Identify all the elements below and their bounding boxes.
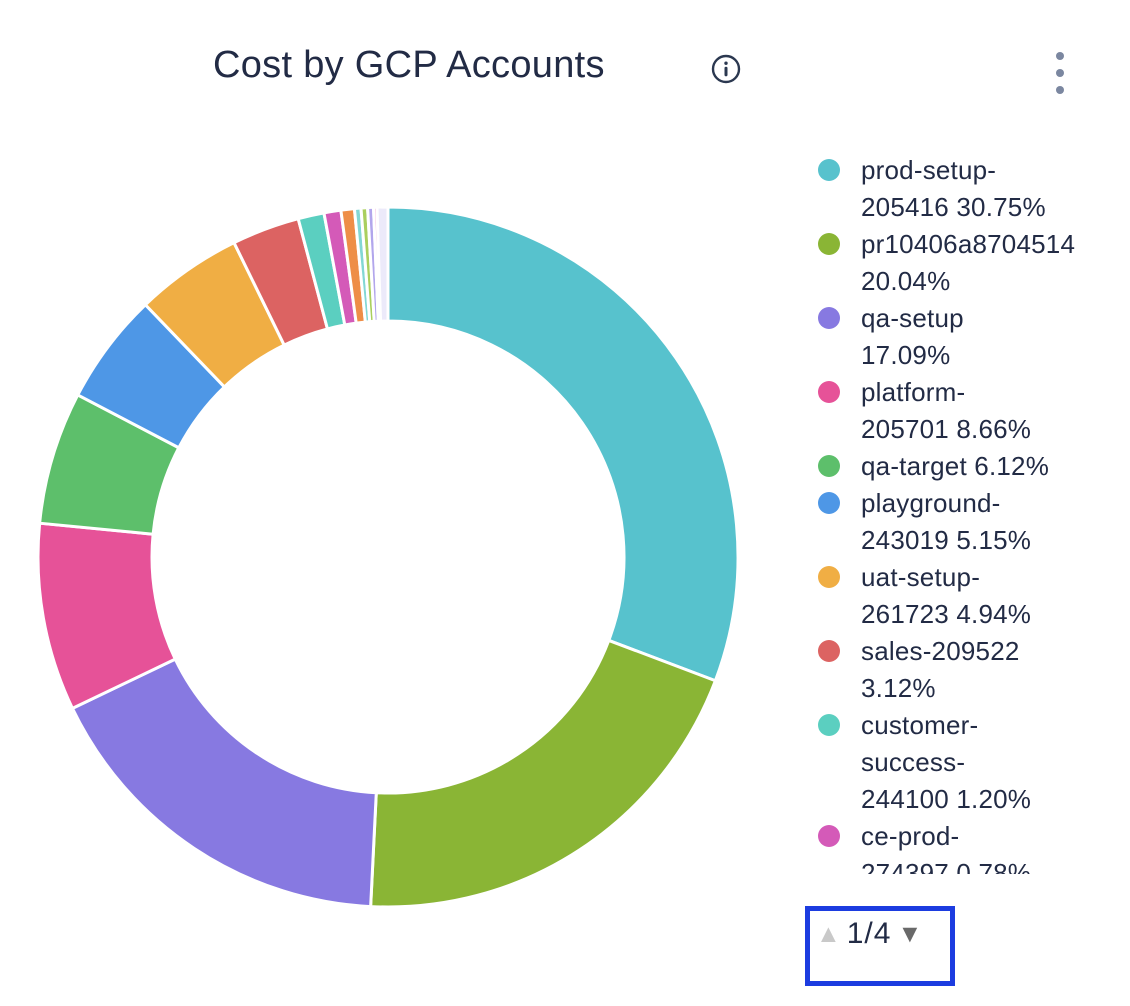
legend-item[interactable]: platform- 205701 8.66%: [818, 374, 1120, 448]
legend-dot-icon: [818, 714, 840, 736]
kebab-menu-button[interactable]: [1047, 50, 1073, 96]
donut-chart: [18, 187, 758, 931]
legend-item[interactable]: pr10406a8704514 20.04%: [818, 226, 1120, 300]
page-title: Cost by GCP Accounts: [213, 42, 605, 88]
legend-pager: ▲ 1/4 ▼: [814, 915, 922, 953]
legend-label: customer- success- 244100 1.20%: [861, 707, 1031, 818]
legend-label: pr10406a8704514 20.04%: [861, 226, 1075, 300]
kebab-dot-icon: [1056, 52, 1064, 60]
legend-dot-icon: [818, 455, 840, 477]
pager-label: 1/4: [847, 917, 892, 951]
legend-label: qa-setup 17.09%: [861, 300, 964, 374]
legend-label: uat-setup- 261723 4.94%: [861, 559, 1031, 633]
legend-label: qa-target 6.12%: [861, 448, 1049, 485]
cost-by-gcp-accounts-widget: Cost by GCP Accounts prod-setup- 205416 …: [0, 0, 1130, 1006]
legend-item[interactable]: ce-prod- 274397 0.78%: [818, 818, 1120, 874]
legend-item[interactable]: qa-setup 17.09%: [818, 300, 1120, 374]
legend-label: platform- 205701 8.66%: [861, 374, 1031, 448]
legend-dot-icon: [818, 159, 840, 181]
pager-down-icon[interactable]: ▼: [897, 920, 922, 949]
pie-slice-other-6[interactable]: [377, 207, 388, 321]
legend-item[interactable]: uat-setup- 261723 4.94%: [818, 559, 1120, 633]
info-icon[interactable]: [711, 54, 741, 84]
legend-item[interactable]: customer- success- 244100 1.20%: [818, 707, 1120, 818]
legend-item[interactable]: playground- 243019 5.15%: [818, 485, 1120, 559]
legend-label: sales-209522 3.12%: [861, 633, 1020, 707]
legend-label: playground- 243019 5.15%: [861, 485, 1031, 559]
legend-item[interactable]: qa-target 6.12%: [818, 448, 1120, 485]
legend-dot-icon: [818, 492, 840, 514]
legend-dot-icon: [818, 566, 840, 588]
legend-item[interactable]: sales-209522 3.12%: [818, 633, 1120, 707]
kebab-dot-icon: [1056, 86, 1064, 94]
pie-slice-qa-setup[interactable]: [72, 659, 376, 906]
legend-item[interactable]: prod-setup- 205416 30.75%: [818, 152, 1120, 226]
kebab-dot-icon: [1056, 69, 1064, 77]
legend-dot-icon: [818, 381, 840, 403]
legend-dot-icon: [818, 233, 840, 255]
legend-dot-icon: [818, 640, 840, 662]
pie-slice-prod-setup-205416[interactable]: [388, 207, 738, 681]
legend-dot-icon: [818, 825, 840, 847]
legend-dot-icon: [818, 307, 840, 329]
legend-pager-highlight-box: ▲ 1/4 ▼: [805, 906, 955, 986]
legend: prod-setup- 205416 30.75%pr10406a8704514…: [818, 152, 1120, 874]
legend-label: prod-setup- 205416 30.75%: [861, 152, 1046, 226]
pager-up-icon[interactable]: ▲: [816, 920, 841, 949]
pie-slice-pr10406a8704514[interactable]: [371, 640, 716, 907]
legend-label: ce-prod- 274397 0.78%: [861, 818, 1031, 874]
